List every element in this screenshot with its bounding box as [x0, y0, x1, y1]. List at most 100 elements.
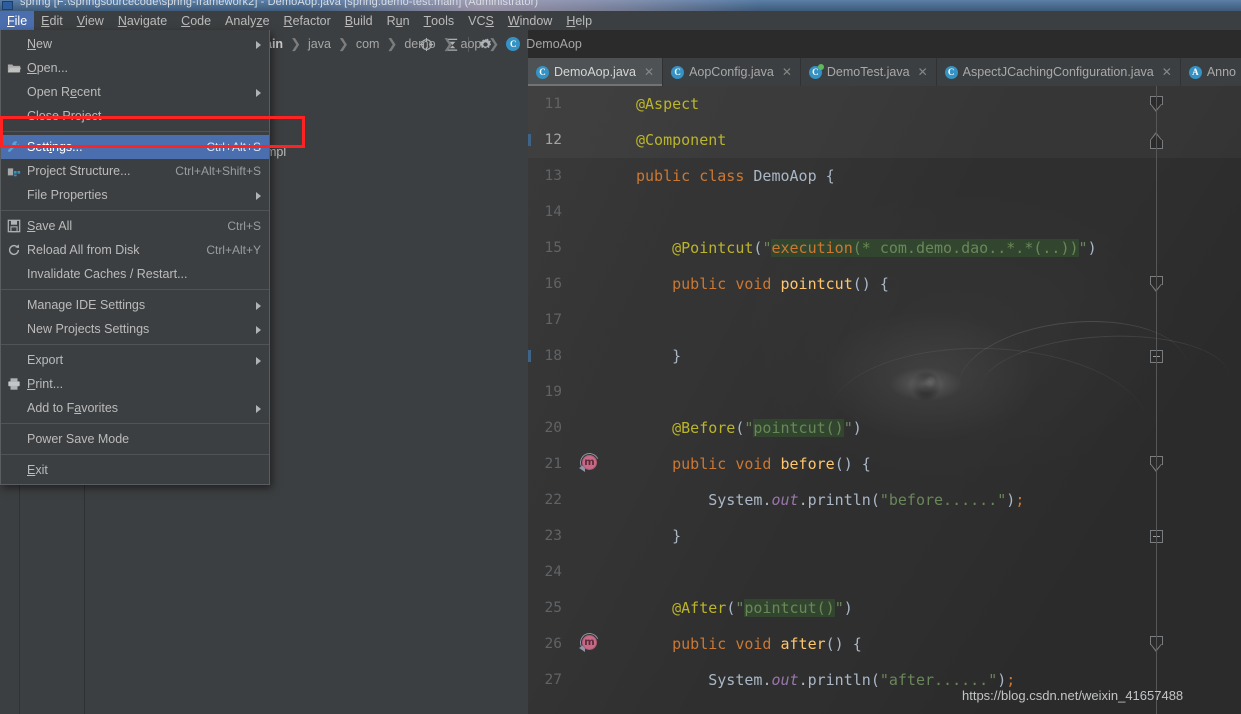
editor-tab[interactable]: C DemoAop.java ✕ — [528, 58, 664, 86]
gutter-marker-slot — [572, 266, 602, 302]
close-icon[interactable]: ✕ — [918, 65, 928, 79]
file-menu-item-exit[interactable]: Exit — [1, 458, 269, 482]
menu-navigate[interactable]: Navigate — [111, 11, 174, 30]
code-text: public class DemoAop { — [636, 167, 835, 185]
file-menu-item-print[interactable]: Print... — [1, 372, 269, 396]
editor-tab-label: DemoAop.java — [554, 65, 636, 79]
breadcrumb-separator: ❯ — [488, 36, 500, 51]
file-menu-item-settings[interactable]: Settings... Ctrl+Alt+S — [1, 135, 269, 159]
gutter-marker-slot — [572, 302, 602, 338]
gutter-marker-slot — [572, 230, 602, 266]
file-menu-item-save-all[interactable]: Save All Ctrl+S — [1, 214, 269, 238]
code-text: System.out.println("after......"); — [708, 671, 1016, 689]
menu-help[interactable]: Help — [559, 11, 599, 30]
editor-tab-label: AopConfig.java — [689, 65, 774, 79]
class-icon: C — [536, 65, 549, 79]
line-number: 12 — [544, 132, 562, 148]
current-line-marker — [528, 350, 531, 362]
menu-separator — [1, 423, 269, 424]
file-menu-item-new-projects-settings[interactable]: New Projects Settings — [1, 317, 269, 341]
file-menu-item-manage-ide-settings[interactable]: Manage IDE Settings — [1, 293, 269, 317]
menu-run[interactable]: Run — [380, 11, 417, 30]
code-line: 20 @Before("pointcut()") — [528, 410, 1241, 446]
code-line: 12 @Component — [528, 122, 1241, 158]
breadcrumb-segment[interactable]: aop — [461, 37, 482, 51]
file-menu-item-label: Save All — [27, 219, 73, 233]
breadcrumb-segment[interactable]: demo — [404, 37, 435, 51]
file-menu-item-open[interactable]: Open... — [1, 56, 269, 80]
fold-slot — [602, 626, 632, 662]
save-icon — [1, 219, 27, 233]
menu-refactor[interactable]: Refactor — [277, 11, 338, 30]
file-menu-item-label: Add to Favorites — [27, 401, 119, 415]
file-menu-item-label: Open... — [27, 61, 69, 75]
gutter-marker-slot — [572, 590, 602, 626]
close-icon[interactable]: ✕ — [644, 65, 654, 79]
menu-file[interactable]: File — [0, 11, 35, 30]
file-menu-item-export[interactable]: Export — [1, 348, 269, 372]
menu-window[interactable]: Window — [501, 11, 559, 30]
file-menu-item-new[interactable]: New — [1, 32, 269, 56]
menu-code[interactable]: Code — [174, 11, 218, 30]
fold-slot — [602, 86, 632, 122]
close-icon[interactable]: ✕ — [1162, 65, 1172, 79]
annotation-icon: A — [1188, 65, 1202, 79]
aop-advice-icon[interactable]: m — [577, 450, 602, 475]
code-line: 18 } — [528, 338, 1241, 374]
menu-tools[interactable]: Tools — [417, 11, 462, 30]
line-number: 21 — [544, 456, 562, 472]
fold-slot — [602, 338, 632, 374]
menu-vcs[interactable]: VC S — [461, 11, 501, 30]
fold-slot — [602, 554, 632, 590]
editor-tab-label: AspectJCachingConfiguration.java — [962, 65, 1154, 79]
line-number: 17 — [544, 312, 562, 328]
gutter-marker-slot — [572, 194, 602, 230]
file-menu-item-label: Open Recent — [27, 85, 101, 99]
menu-view[interactable]: View — [70, 11, 111, 30]
code-line: 24 — [528, 554, 1241, 590]
menu-analyze[interactable]: Analy z e — [218, 11, 276, 30]
aop-advice-icon[interactable]: m — [577, 630, 602, 655]
editor-tab-label: Anno — [1206, 65, 1237, 79]
breadcrumb-separator: ❯ — [337, 36, 349, 51]
file-menu-item-invalidate-caches-restart[interactable]: Invalidate Caches / Restart... — [1, 262, 269, 286]
editor-tab[interactable]: C DemoTest.java ✕ — [801, 58, 937, 86]
file-menu-item-label: Reload All from Disk — [27, 243, 140, 257]
breadcrumb-separator: ❯ — [442, 36, 454, 51]
fold-slot — [602, 662, 632, 698]
file-menu-item-open-recent[interactable]: Open Recent — [1, 80, 269, 104]
line-number: 18 — [544, 348, 562, 364]
editor-tab[interactable]: C AopConfig.java ✕ — [663, 58, 801, 86]
code-text: @Aspect — [636, 95, 700, 113]
file-menu-dropdown: New Open... Open Recent Close Project Settin… — [0, 30, 270, 485]
gutter-marker-slot — [572, 662, 602, 698]
file-menu-item-add-to-favorites[interactable]: Add to Favorites — [1, 396, 269, 420]
gutter-marker-slot — [572, 158, 602, 194]
file-menu-item-project-structure[interactable]: Project Structure... Ctrl+Alt+Shift+S — [1, 159, 269, 183]
code-editor[interactable]: 11 @Aspect 12 @Component 13 public class Demo… — [528, 86, 1241, 714]
intellij-idea-window: spring [F:\springsourcecode\spring-frame… — [0, 0, 1241, 714]
file-menu-item-close-project[interactable]: Close Project — [1, 104, 269, 128]
editor-tab[interactable]: C AspectJCachingConfiguration.java ✕ — [937, 58, 1181, 86]
line-number: 13 — [544, 168, 562, 184]
menu-build[interactable]: Build — [338, 11, 380, 30]
gutter-marker-slot — [572, 122, 602, 158]
code-line: 17 — [528, 302, 1241, 338]
file-menu-item-label: Exit — [27, 463, 48, 477]
line-number: 16 — [544, 276, 562, 292]
file-menu-item-power-save-mode[interactable]: Power Save Mode — [1, 427, 269, 451]
line-number: 23 — [544, 528, 562, 544]
fold-slot — [602, 194, 632, 230]
file-menu-item-file-properties[interactable]: File Properties — [1, 183, 269, 207]
menu-edit[interactable]: Edit — [34, 11, 70, 30]
folder-open-icon — [1, 61, 27, 75]
class-icon: C — [506, 37, 521, 51]
close-icon[interactable]: ✕ — [782, 65, 792, 79]
code-line: 15 @Pointcut("execution(* com.demo.dao..… — [528, 230, 1241, 266]
editor-tab[interactable]: A Anno — [1181, 58, 1241, 86]
file-menu-item-reload-all-from-disk[interactable]: Reload All from Disk Ctrl+Alt+Y — [1, 238, 269, 262]
file-menu-item-label: Settings... — [27, 140, 83, 154]
breadcrumb-segment[interactable]: com — [356, 37, 380, 51]
breadcrumb-segment[interactable]: java — [308, 37, 331, 51]
breadcrumb-current[interactable]: DemoAop — [526, 37, 582, 51]
